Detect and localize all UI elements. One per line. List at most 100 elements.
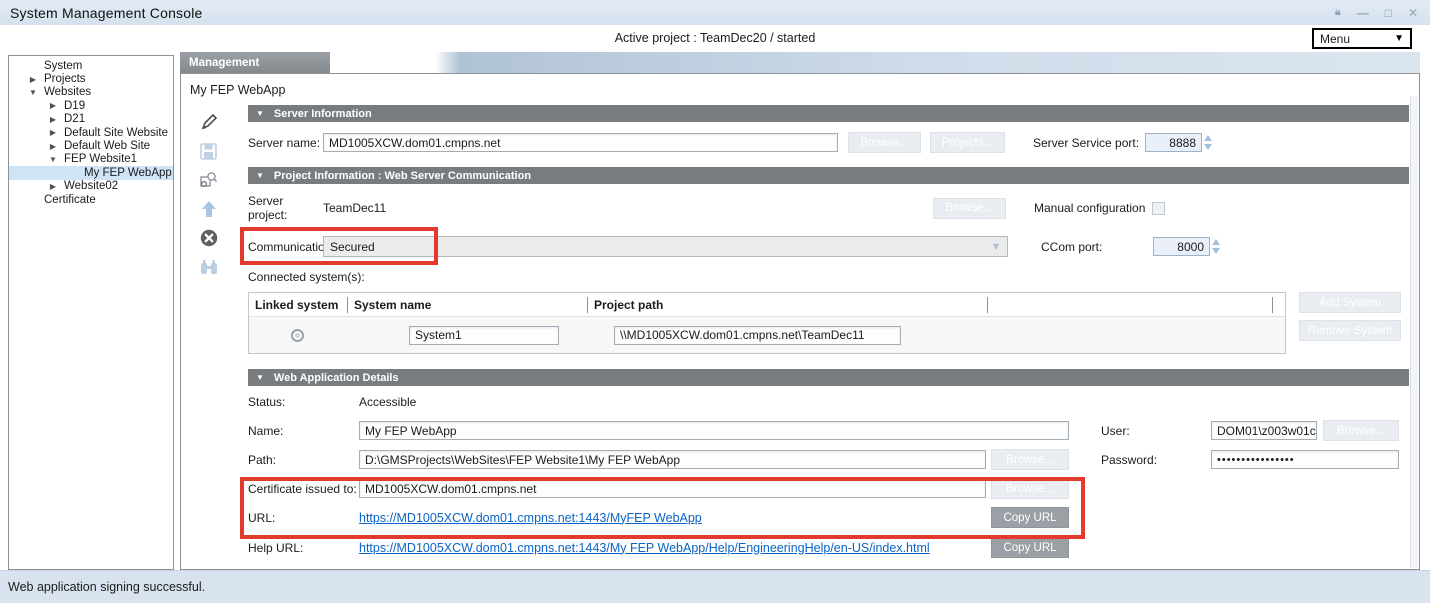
expander-expanded-icon[interactable] bbox=[22, 88, 44, 97]
tab-strip-filler bbox=[330, 52, 1420, 73]
copy-url-button[interactable]: Copy URL bbox=[991, 507, 1069, 528]
add-system-button[interactable]: Add System bbox=[1299, 292, 1401, 313]
expander-collapsed-icon[interactable] bbox=[42, 115, 64, 124]
close-button[interactable]: ✕ bbox=[1408, 7, 1418, 19]
tree-item-d21[interactable]: D21 bbox=[9, 113, 173, 126]
tree-item-certificate[interactable]: Certificate bbox=[9, 193, 173, 206]
tree-item-d19[interactable]: D19 bbox=[9, 99, 173, 112]
path-browse-button[interactable]: Browse... bbox=[991, 449, 1069, 470]
sign-pencil-icon[interactable] bbox=[196, 111, 222, 133]
col-project-path: Project path bbox=[587, 297, 987, 313]
tree-item-websites[interactable]: Websites bbox=[9, 86, 173, 99]
expander-collapsed-icon[interactable] bbox=[42, 128, 64, 137]
compare-binoculars-icon[interactable] bbox=[196, 256, 222, 278]
section-server-information[interactable]: ▼ Server Information bbox=[248, 105, 1409, 122]
section-web-application-details[interactable]: ▼ Web Application Details bbox=[248, 369, 1409, 386]
system-name-input[interactable]: System1 bbox=[409, 326, 559, 345]
name-input[interactable]: My FEP WebApp bbox=[359, 421, 1069, 440]
navigation-tree: System Projects Websites D19 D21 Default… bbox=[8, 55, 174, 570]
table-row: System1 \\MD1005XCW.dom01.cmpns.net\Team… bbox=[249, 317, 1285, 353]
path-label: Path: bbox=[248, 453, 359, 467]
collapse-arrow-icon: ▼ bbox=[256, 171, 264, 180]
server-projects-button[interactable]: Projects... bbox=[930, 132, 1005, 153]
expander-expanded-icon[interactable] bbox=[42, 155, 64, 164]
certificate-issued-to-label: Certificate issued to: bbox=[248, 482, 359, 496]
connected-systems-table: Linked system System name Project path S… bbox=[248, 292, 1286, 354]
section-project-information[interactable]: ▼ Project Information : Web Server Commu… bbox=[248, 167, 1409, 184]
active-project-label: Active project : TeamDec20 / started bbox=[0, 31, 1430, 45]
user-input[interactable]: DOM01\z003w01c bbox=[1211, 421, 1317, 440]
verify-search-icon[interactable] bbox=[196, 169, 222, 191]
linked-system-radio[interactable] bbox=[291, 329, 304, 342]
cancel-icon[interactable] bbox=[196, 227, 222, 249]
col-empty bbox=[987, 297, 1272, 313]
manual-configuration-checkbox[interactable] bbox=[1152, 202, 1165, 215]
project-browse-button[interactable]: Browse... bbox=[933, 198, 1006, 219]
tab-management[interactable]: Management bbox=[180, 52, 330, 73]
main-panel: Management My FEP WebApp bbox=[180, 52, 1420, 570]
user-browse-button[interactable]: Browse... bbox=[1323, 420, 1399, 441]
tree-item-my-fep-webapp[interactable]: My FEP WebApp bbox=[9, 166, 173, 179]
server-service-port-label: Server Service port: bbox=[1033, 136, 1145, 150]
communication-value: Secured bbox=[324, 240, 375, 254]
copy-help-url-button[interactable]: Copy URL bbox=[991, 537, 1069, 558]
tree-item-system[interactable]: System bbox=[9, 59, 173, 72]
save-icon[interactable] bbox=[196, 140, 222, 162]
tree-item-default-web-site[interactable]: Default Web Site bbox=[9, 139, 173, 152]
maximize-button[interactable]: □ bbox=[1385, 7, 1392, 19]
upload-arrow-icon[interactable] bbox=[196, 198, 222, 220]
status-label: Status: bbox=[248, 395, 359, 409]
certificate-input[interactable]: MD1005XCW.dom01.cmpns.net bbox=[359, 479, 986, 498]
col-system-name: System name bbox=[347, 297, 587, 313]
spin-down-icon[interactable] bbox=[1204, 144, 1212, 150]
tree-item-projects[interactable]: Projects bbox=[9, 72, 173, 85]
server-service-port-spinner[interactable]: 8888 bbox=[1145, 133, 1212, 152]
help-url-label: Help URL: bbox=[248, 541, 359, 555]
collapse-arrow-icon: ▼ bbox=[256, 109, 264, 118]
webapp-url-link[interactable]: https://MD1005XCW.dom01.cmpns.net:1443/M… bbox=[359, 511, 702, 525]
expander-collapsed-icon[interactable] bbox=[42, 101, 64, 110]
spin-up-icon[interactable] bbox=[1204, 135, 1212, 141]
manual-configuration-label: Manual configuration bbox=[1034, 201, 1152, 215]
help-url-link[interactable]: https://MD1005XCW.dom01.cmpns.net:1443/M… bbox=[359, 541, 930, 555]
minimize-button[interactable]: — bbox=[1357, 7, 1369, 19]
server-browse-button[interactable]: Browse... bbox=[848, 132, 921, 153]
tree-item-fep-website1[interactable]: FEP Website1 bbox=[9, 153, 173, 166]
page-title: My FEP WebApp bbox=[181, 74, 1419, 103]
management-page: My FEP WebApp bbox=[180, 73, 1420, 570]
password-input[interactable]: •••••••••••••••• bbox=[1211, 450, 1399, 469]
lock-icon: 🔒︎ bbox=[1335, 7, 1341, 18]
expander-collapsed-icon[interactable] bbox=[22, 75, 44, 84]
server-name-input[interactable]: MD1005XCW.dom01.cmpns.net bbox=[323, 133, 838, 152]
name-label: Name: bbox=[248, 424, 359, 438]
collapse-arrow-icon: ▼ bbox=[256, 373, 264, 382]
path-input[interactable]: D:\GMSProjects\WebSites\FEP Website1\My … bbox=[359, 450, 986, 469]
url-label: URL: bbox=[248, 511, 359, 525]
server-name-label: Server name: bbox=[248, 136, 323, 150]
communication-dropdown[interactable]: Secured ▼ bbox=[323, 236, 1008, 257]
tab-strip: Management bbox=[180, 52, 1420, 73]
ccom-port-spinner[interactable]: 8000 bbox=[1153, 237, 1220, 256]
vertical-scrollbar[interactable] bbox=[1410, 96, 1418, 568]
project-path-input[interactable]: \\MD1005XCW.dom01.cmpns.net\TeamDec11 bbox=[614, 326, 901, 345]
expander-collapsed-icon[interactable] bbox=[42, 142, 64, 151]
expander-collapsed-icon[interactable] bbox=[42, 182, 64, 191]
menu-dropdown[interactable]: Menu ▼ bbox=[1312, 28, 1412, 49]
chevron-down-icon[interactable]: ▼ bbox=[985, 237, 1007, 256]
server-service-port-value[interactable]: 8888 bbox=[1145, 133, 1202, 152]
user-label: User: bbox=[1101, 424, 1211, 438]
top-bar: Active project : TeamDec20 / started Men… bbox=[0, 25, 1430, 52]
table-header-row: Linked system System name Project path bbox=[249, 293, 1285, 317]
server-project-label: Server project: bbox=[248, 194, 323, 222]
tree-item-website02[interactable]: Website02 bbox=[9, 180, 173, 193]
remove-system-button[interactable]: Remove System bbox=[1299, 320, 1401, 341]
tree-item-default-site-website[interactable]: Default Site Website bbox=[9, 126, 173, 139]
spin-up-icon[interactable] bbox=[1212, 239, 1220, 245]
password-label: Password: bbox=[1101, 453, 1211, 467]
spin-down-icon[interactable] bbox=[1212, 248, 1220, 254]
status-bar: Web application signing successful. bbox=[0, 570, 1430, 603]
ccom-port-value[interactable]: 8000 bbox=[1153, 237, 1210, 256]
certificate-browse-button[interactable]: Browse... bbox=[991, 478, 1069, 499]
status-message: Web application signing successful. bbox=[8, 580, 1430, 594]
title-bar: System Management Console 🔒︎ — □ ✕ bbox=[0, 0, 1430, 25]
